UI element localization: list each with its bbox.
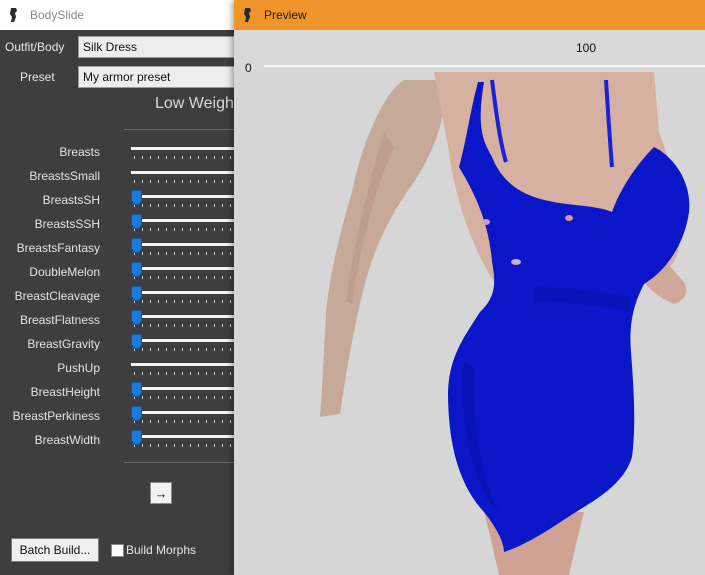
- slider-thumb[interactable]: [132, 311, 141, 324]
- preview-app-icon: [240, 7, 256, 23]
- slider-label-breasts: Breasts: [59, 145, 100, 159]
- main-window-title: BodySlide: [30, 8, 85, 22]
- slider-label-breastwidth: BreastWidth: [34, 433, 100, 447]
- slider-breastsfantasy[interactable]: [131, 243, 240, 246]
- slider-thumb[interactable]: [132, 335, 141, 348]
- slider-label-breastcleavage: BreastCleavage: [14, 289, 100, 303]
- slider-label-breastssmall: BreastsSmall: [29, 169, 100, 183]
- preview-window: Preview 100 0: [234, 0, 705, 575]
- build-morphs-label: Build Morphs: [126, 543, 197, 557]
- main-titlebar: BodySlide: [0, 0, 240, 30]
- slider-ticks: [134, 324, 240, 327]
- slider-thumb[interactable]: [132, 215, 141, 228]
- build-morphs-checkbox[interactable]: [111, 544, 124, 557]
- slider-ticks: [134, 396, 240, 399]
- slider-doublemelon[interactable]: [131, 267, 240, 270]
- slider-label-pushup: PushUp: [57, 361, 100, 375]
- slider-ticks: [134, 276, 240, 279]
- slider-label-breastperkiness: BreastPerkiness: [12, 409, 100, 423]
- bottom-separator: [124, 462, 240, 463]
- preset-select[interactable]: My armor preset: [78, 66, 240, 88]
- bodyslide-window: BodySlide Outfit/Body Silk Dress Preset …: [0, 0, 297, 575]
- slider-pushup[interactable]: [131, 363, 240, 366]
- slider-ticks: [134, 228, 240, 231]
- slider-thumb[interactable]: [132, 383, 141, 396]
- slider-breastssmall[interactable]: [131, 171, 240, 174]
- batch-build-button[interactable]: Batch Build...: [11, 538, 99, 562]
- preview-window-title: Preview: [264, 8, 307, 22]
- slider-ticks: [134, 420, 240, 423]
- slider-ticks: [134, 252, 240, 255]
- slider-thumb[interactable]: [132, 407, 141, 420]
- top-separator: [124, 129, 240, 130]
- slider-thumb[interactable]: [132, 287, 141, 300]
- slider-ticks: [134, 348, 240, 351]
- slider-breastcleavage[interactable]: [131, 291, 240, 294]
- slider-label-breastflatness: BreastFlatness: [19, 313, 100, 327]
- slider-ticks: [134, 372, 240, 375]
- slider-ticks: [134, 180, 240, 183]
- slider-thumb[interactable]: [132, 191, 141, 204]
- slider-breastheight[interactable]: [131, 387, 240, 390]
- slider-label-breastssh: BreastsSH: [42, 193, 100, 207]
- slider-thumb[interactable]: [132, 431, 141, 444]
- slider-label-doublemelon: DoubleMelon: [29, 265, 100, 279]
- outfit-label: Outfit/Body: [5, 40, 65, 54]
- preview-artifact: [565, 215, 573, 221]
- slider-thumb[interactable]: [132, 263, 141, 276]
- preview-artifact: [482, 219, 490, 225]
- slider-ticks: [134, 204, 240, 207]
- slider-breastperkiness[interactable]: [131, 411, 240, 414]
- slider-thumb[interactable]: [132, 239, 141, 252]
- slider-ticks: [134, 300, 240, 303]
- slider-label-breastgravity: BreastGravity: [27, 337, 100, 351]
- preview-slider-max-label: 100: [576, 41, 597, 55]
- slider-ticks: [134, 156, 240, 159]
- preview-titlebar[interactable]: Preview: [234, 0, 705, 30]
- slider-label-breastheight: BreastHeight: [30, 385, 100, 399]
- slider-breastwidth[interactable]: [131, 435, 240, 438]
- slider-label-breastsssh: BreastsSSH: [34, 217, 100, 231]
- weight-column-title: Low Weight: [155, 95, 239, 112]
- slider-breastgravity[interactable]: [131, 339, 240, 342]
- slider-ticks: [134, 444, 240, 447]
- preview-artifact: [511, 259, 521, 265]
- slider-breastssh[interactable]: [131, 195, 240, 198]
- slider-breastsssh[interactable]: [131, 219, 240, 222]
- preview-weight-slider[interactable]: [264, 65, 705, 67]
- bodyslide-app-icon: [6, 7, 22, 23]
- slider-breasts[interactable]: [131, 147, 240, 150]
- slider-label-breastsfantasy: BreastsFantasy: [16, 241, 100, 255]
- 3d-preview-viewport[interactable]: [234, 72, 705, 575]
- preset-label: Preset: [20, 70, 55, 84]
- outfit-select[interactable]: Silk Dress: [78, 36, 240, 58]
- apply-arrow-button[interactable]: →: [150, 482, 172, 504]
- slider-breastflatness[interactable]: [131, 315, 240, 318]
